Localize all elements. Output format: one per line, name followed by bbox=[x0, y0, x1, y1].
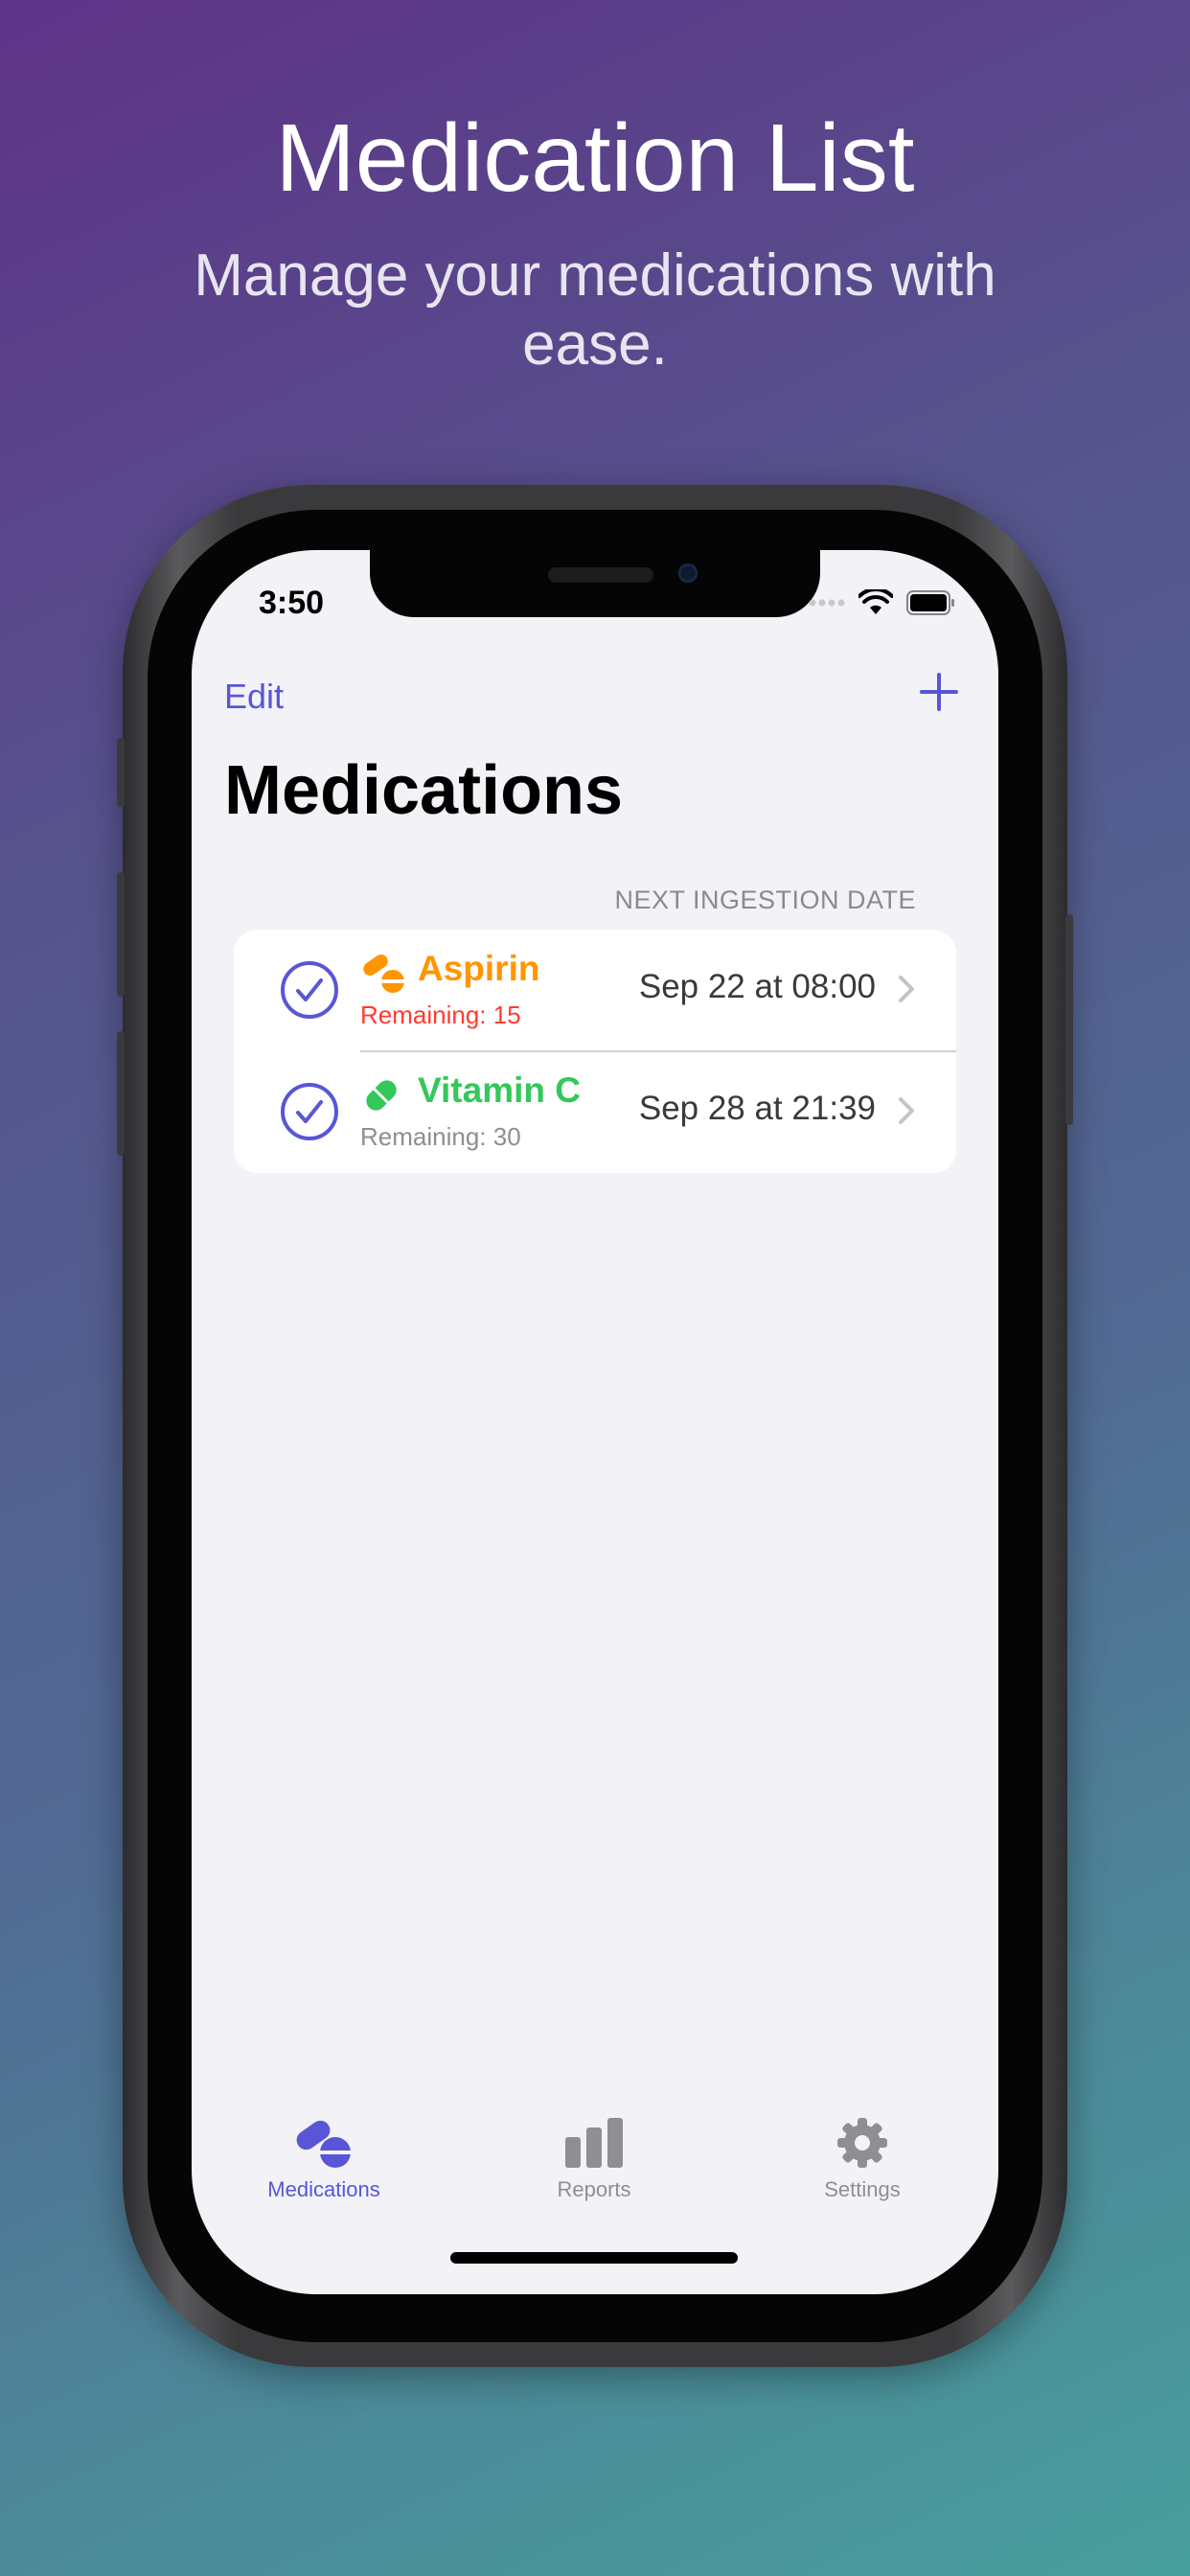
medication-name: Vitamin C bbox=[418, 1070, 581, 1110]
medication-row-aspirin[interactable]: Aspirin Remaining: 15 Sep 22 at 08:00 bbox=[234, 930, 956, 1052]
gear-icon bbox=[837, 2118, 887, 2168]
home-indicator[interactable] bbox=[450, 2252, 738, 2264]
wifi-icon bbox=[858, 589, 893, 614]
bar-chart-icon bbox=[565, 2118, 623, 2168]
tab-label: Settings bbox=[824, 2177, 901, 2201]
tab-settings[interactable]: Settings bbox=[767, 2116, 958, 2221]
battery-icon bbox=[906, 590, 954, 615]
page-title: Medications bbox=[224, 752, 624, 829]
notch bbox=[370, 550, 820, 617]
capsule-icon bbox=[366, 1080, 397, 1111]
tab-medications[interactable]: Medications bbox=[228, 2116, 420, 2221]
tab-label: Medications bbox=[267, 2177, 380, 2201]
next-ingestion-date: Sep 22 at 08:00 bbox=[638, 968, 876, 1005]
pills-icon bbox=[363, 954, 405, 993]
status-icons bbox=[809, 588, 956, 617]
speaker-grille bbox=[548, 567, 653, 583]
medication-remaining: Remaining: 30 bbox=[360, 1122, 521, 1151]
silent-switch bbox=[117, 738, 125, 807]
medication-remaining: Remaining: 15 bbox=[360, 1000, 521, 1029]
app-screen: 3:50 Edit Medications NEXT INGESTION DAT… bbox=[192, 550, 998, 2294]
checkmark-circle-icon[interactable] bbox=[280, 960, 339, 1020]
checkmark-circle-icon[interactable] bbox=[280, 1082, 339, 1141]
section-header: NEXT INGESTION DATE bbox=[614, 886, 916, 914]
volume-up-button bbox=[117, 872, 125, 997]
volume-down-button bbox=[117, 1031, 125, 1156]
pills-icon bbox=[296, 2120, 353, 2168]
signal-dots-icon bbox=[809, 599, 845, 607]
next-ingestion-date: Sep 28 at 21:39 bbox=[638, 1090, 876, 1127]
medication-name: Aspirin bbox=[418, 949, 540, 988]
medication-list: Aspirin Remaining: 15 Sep 22 at 08:00 Vi… bbox=[234, 930, 956, 1173]
chevron-right-icon bbox=[899, 976, 914, 1002]
promo-subtitle: Manage your medications with ease. bbox=[194, 242, 996, 378]
front-camera bbox=[678, 564, 698, 583]
status-time: 3:50 bbox=[259, 585, 325, 621]
plus-icon[interactable] bbox=[916, 669, 962, 715]
chevron-right-icon bbox=[899, 1097, 914, 1124]
medication-row-vitamin-c[interactable]: Vitamin C Remaining: 30 Sep 28 at 21:39 bbox=[234, 1051, 956, 1173]
promo-title: Medication List bbox=[275, 104, 915, 212]
edit-button[interactable]: Edit bbox=[224, 677, 284, 717]
tab-label: Reports bbox=[557, 2177, 631, 2201]
power-button bbox=[1065, 914, 1073, 1125]
tab-reports[interactable]: Reports bbox=[498, 2116, 690, 2221]
tab-bar: Medications Reports Settings bbox=[192, 2116, 998, 2231]
